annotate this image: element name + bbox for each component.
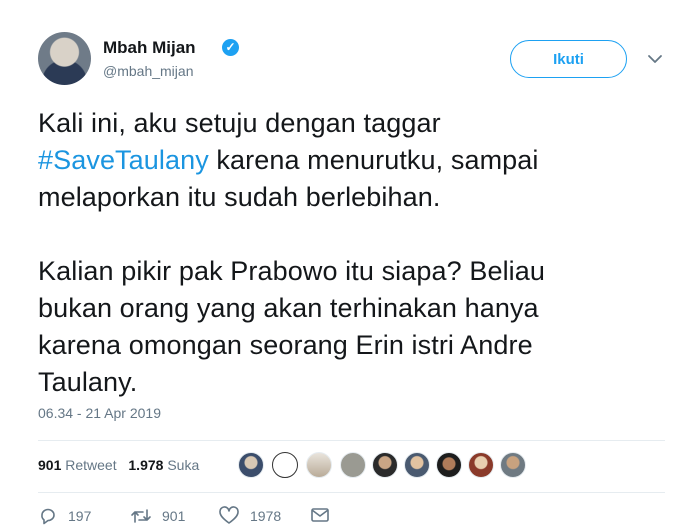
liker-avatar[interactable] [306,452,332,478]
reply-action[interactable]: 197 [38,506,91,526]
retweet-label[interactable]: Retweet [65,457,116,473]
liker-avatar[interactable] [238,452,264,478]
heart-icon[interactable] [218,506,240,526]
liker-avatar[interactable] [340,452,366,478]
chevron-down-icon[interactable] [646,50,664,68]
tweet-text: Kali ini, aku setuju dengan taggar #Save… [38,105,678,401]
tweet-line: Kalian pikir pak Prabowo itu siapa? Beli… [38,256,545,286]
tweet-line: karena omongan seorang Erin istri Andre [38,330,533,360]
like-label[interactable]: Suka [167,457,199,473]
message-action[interactable] [310,506,340,524]
user-avatar[interactable] [38,32,91,85]
reply-icon[interactable] [38,506,58,526]
tweet-line: Taulany. [38,367,138,397]
tweet-line: Kali ini, aku setuju dengan taggar [38,108,441,138]
like-action[interactable]: 1978 [218,506,281,526]
liker-avatar[interactable] [500,452,526,478]
tweet-line: #SaveTaulany karena menurutku, sampai [38,142,678,179]
retweet-count[interactable]: 901 [38,457,61,473]
verified-badge-icon: ✓ [222,39,239,56]
liker-avatar[interactable] [436,452,462,478]
divider [38,492,665,493]
retweet-action-count: 901 [162,508,186,524]
retweet-icon[interactable] [130,506,152,526]
retweet-action[interactable]: 901 [130,506,185,526]
like-action-count: 1978 [250,508,282,524]
divider [38,440,665,441]
tweet-line-rest: karena menurutku, sampai [208,145,539,175]
hashtag-link[interactable]: #SaveTaulany [38,145,209,175]
like-count[interactable]: 1.978 [128,457,163,473]
liker-avatar[interactable] [372,452,398,478]
engagement-stats: 901 Retweet 1.978 Suka [38,457,203,473]
direct-message-icon[interactable] [310,506,330,524]
tweet-line: melaporkan itu sudah berlebihan. [38,182,441,212]
liker-avatar[interactable] [404,452,430,478]
user-display-name[interactable]: Mbah Mijan [103,38,196,58]
user-handle[interactable]: @mbah_mijan [103,63,193,79]
follow-button[interactable]: Ikuti [510,40,627,78]
liker-avatar[interactable] [272,452,298,478]
liker-avatar[interactable] [468,452,494,478]
tweet-line: bukan orang yang akan terhinakan hanya [38,293,539,323]
tweet-timestamp[interactable]: 06.34 - 21 Apr 2019 [38,405,161,421]
reply-count: 197 [68,508,92,524]
